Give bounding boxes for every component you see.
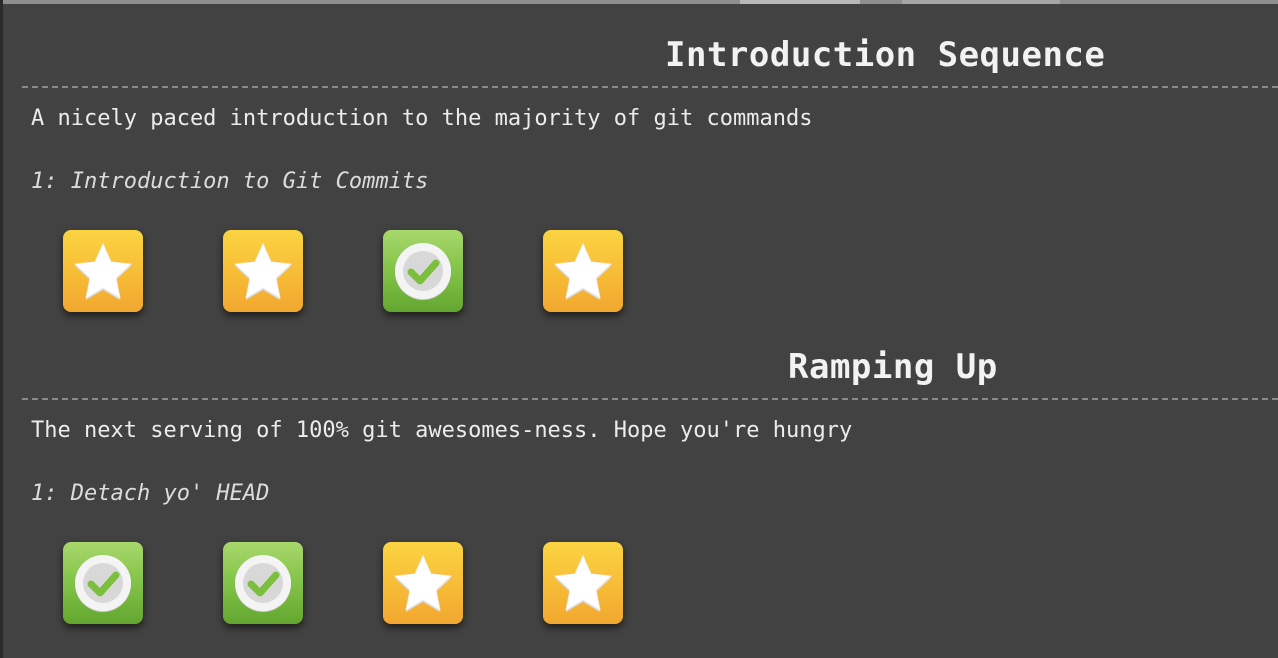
checkmark-icon [235, 555, 291, 612]
level-badge[interactable] [543, 542, 623, 624]
level-name: 1: Introduction to Git Commits [31, 169, 429, 194]
section-title: Introduction Sequence [665, 35, 1106, 75]
star-icon [74, 243, 132, 300]
section-title: Ramping Up [788, 347, 998, 387]
level-name: 1: Detach yo' HEAD [31, 481, 270, 506]
section-title-row: Ramping Up [22, 342, 1278, 400]
level-badges [22, 542, 1278, 624]
star-icon [554, 243, 612, 300]
top-strip-segment [902, 0, 1060, 4]
star-icon [394, 555, 452, 612]
level-badge[interactable] [63, 230, 143, 312]
completed-level-badge[interactable] [223, 542, 303, 624]
section-ramping-up: Ramping Up The next serving of 100% git … [22, 342, 1278, 624]
completed-level-badge[interactable] [383, 230, 463, 312]
left-border [0, 0, 3, 658]
star-icon [234, 243, 292, 300]
completed-level-badge[interactable] [63, 542, 143, 624]
checkmark-icon [75, 555, 131, 612]
top-strip-segment [740, 0, 860, 4]
star-icon [554, 555, 612, 612]
section-description: A nicely paced introduction to the major… [31, 106, 813, 131]
top-scroll-strip [0, 0, 1278, 4]
section-title-row: Introduction Sequence [22, 30, 1278, 88]
section-description: The next serving of 100% git awesomes-ne… [31, 418, 853, 443]
level-badge[interactable] [543, 230, 623, 312]
level-badges [22, 230, 1278, 312]
section-introduction-sequence: Introduction Sequence A nicely paced int… [22, 30, 1278, 312]
checkmark-icon [395, 243, 451, 300]
level-badge[interactable] [383, 542, 463, 624]
level-badge[interactable] [223, 230, 303, 312]
